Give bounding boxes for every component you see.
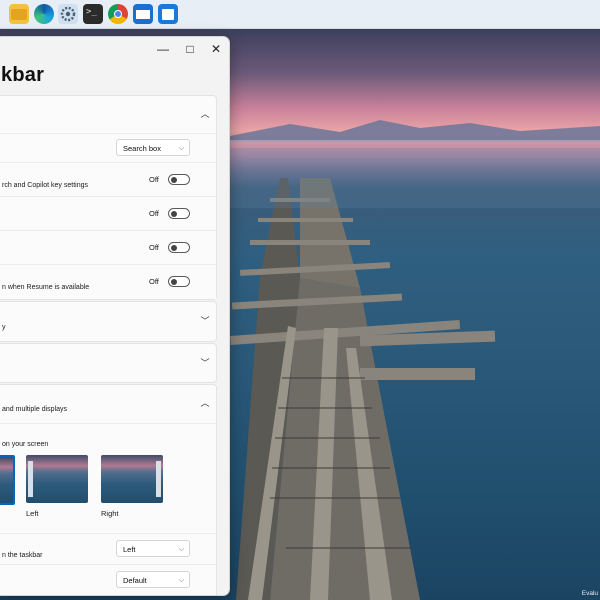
option-row-2: Off bbox=[0, 196, 216, 230]
default-row: Default ⌵ bbox=[0, 564, 216, 595]
mail-icon[interactable] bbox=[133, 4, 153, 24]
chevron-down-icon[interactable]: ﹀ bbox=[199, 315, 211, 327]
chevron-down-icon: ⌵ bbox=[178, 546, 184, 553]
store-icon[interactable] bbox=[158, 4, 178, 24]
alignment-row: n the taskbar Left ⌵ bbox=[0, 533, 216, 565]
settings-gear-icon[interactable] bbox=[58, 4, 78, 24]
taskbar: >_ bbox=[0, 0, 600, 29]
taskbar-items-card: ︿ Search box ⌵ rch and Copilot key setti… bbox=[0, 95, 217, 300]
page-title: kbar bbox=[1, 64, 45, 86]
edge-browser-icon[interactable] bbox=[34, 4, 54, 24]
evaluation-watermark: Evalu bbox=[581, 590, 598, 597]
search-select[interactable]: Search box ⌵ bbox=[116, 139, 190, 156]
settings-window: — □ ✕ kbar ︿ Search box ⌵ rch and Copilo… bbox=[0, 36, 230, 596]
toggle-state-label: Off bbox=[149, 243, 159, 252]
resume-desc: n when Resume is available bbox=[2, 284, 90, 291]
option-toggle-2[interactable] bbox=[168, 208, 190, 219]
copilot-desc: rch and Copilot key settings bbox=[2, 182, 88, 189]
resume-row: n when Resume is available Off bbox=[0, 264, 216, 299]
resume-toggle[interactable] bbox=[168, 276, 190, 287]
toggle-state-label: Off bbox=[149, 277, 159, 286]
chevron-up-icon[interactable]: ︿ bbox=[199, 397, 211, 409]
maximize-button[interactable]: □ bbox=[179, 40, 201, 58]
position-thumb-left[interactable] bbox=[26, 455, 88, 503]
position-thumb-right[interactable] bbox=[101, 455, 163, 503]
chevron-down-icon: ⌵ bbox=[178, 577, 184, 584]
thumb-right-label: Right bbox=[101, 509, 119, 518]
thumb-left-label: Left bbox=[26, 509, 39, 518]
close-button[interactable]: ✕ bbox=[205, 40, 227, 58]
chevron-up-icon[interactable]: ︿ bbox=[199, 108, 211, 120]
collapsed-section-card[interactable]: y ﹀ bbox=[0, 301, 217, 342]
chevron-down-icon[interactable]: ﹀ bbox=[199, 357, 211, 369]
minimize-button[interactable]: — bbox=[152, 40, 174, 58]
copilot-toggle[interactable] bbox=[168, 174, 190, 185]
search-row: Search box ⌵ bbox=[0, 133, 216, 163]
alignment-select[interactable]: Left ⌵ bbox=[116, 540, 190, 557]
behaviors-desc: and multiple displays bbox=[2, 406, 67, 413]
chevron-down-icon: ⌵ bbox=[178, 145, 184, 152]
chrome-browser-icon[interactable] bbox=[108, 4, 128, 24]
option-toggle-3[interactable] bbox=[168, 242, 190, 253]
file-explorer-icon[interactable] bbox=[9, 4, 29, 24]
toggle-state-label: Off bbox=[149, 209, 159, 218]
position-desc: on your screen bbox=[2, 441, 49, 448]
terminal-icon[interactable]: >_ bbox=[83, 4, 103, 24]
toggle-state-label: Off bbox=[149, 175, 159, 184]
option-row-3: Off bbox=[0, 230, 216, 264]
copilot-row: rch and Copilot key settings Off bbox=[0, 162, 216, 196]
position-thumb-selected[interactable] bbox=[0, 455, 15, 505]
collapsed-section-card-2[interactable]: ﹀ bbox=[0, 343, 217, 383]
default-select[interactable]: Default ⌵ bbox=[116, 571, 190, 588]
alignment-desc: n the taskbar bbox=[2, 552, 43, 559]
section-desc: y bbox=[2, 324, 6, 331]
